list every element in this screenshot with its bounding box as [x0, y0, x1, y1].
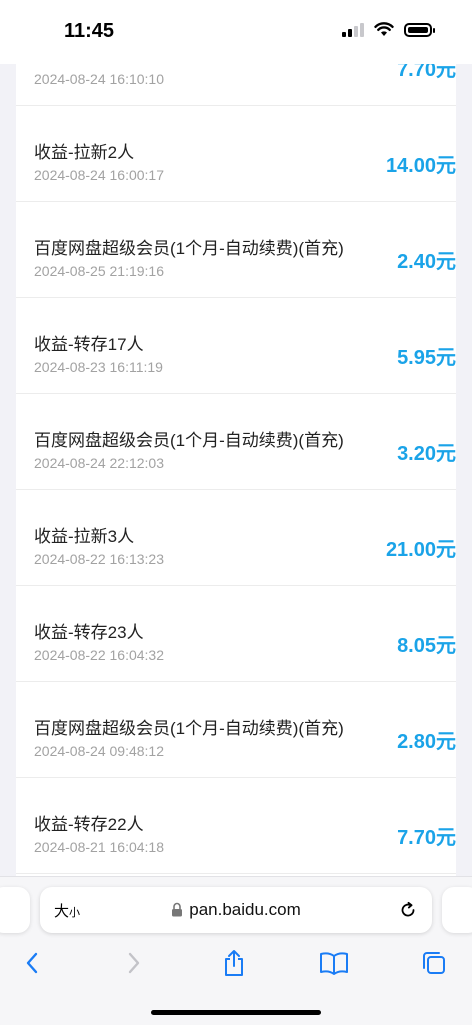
record-title: 百度网盘超级会员(1个月-自动续费)(首充) — [34, 431, 344, 450]
record-title: 收益-拉新3人 — [34, 527, 135, 546]
list-item[interactable]: 收益-转存23人 2024-08-22 16:04:32 8.05元 — [16, 586, 456, 682]
browser-toolbar: 大小 pan.baidu.com — [0, 876, 472, 1025]
url-text: pan.baidu.com — [189, 900, 301, 919]
record-time: 2024-08-23 16:11:19 — [34, 359, 163, 375]
record-time: 2024-08-24 16:10:10 — [34, 71, 164, 87]
list-item[interactable]: 收益-转存17人 2024-08-23 16:11:19 5.95元 — [16, 298, 456, 394]
list-item[interactable]: 百度网盘超级会员(1个月-自动续费)(首充) 2024-08-25 21:19:… — [16, 202, 456, 298]
transaction-list-card: 2024-08-24 16:10:10 7.70元 收益-拉新2人 2024-0… — [16, 64, 456, 876]
list-item[interactable]: 百度网盘超级会员(1个月-自动续费)(首充) 2024-08-24 22:12:… — [16, 394, 456, 490]
record-amount: 2.40元 — [397, 251, 456, 273]
browser-nav-row — [0, 947, 472, 979]
record-title: 收益-转存22人 — [34, 815, 144, 834]
record-time: 2024-08-22 16:04:32 — [34, 647, 164, 663]
next-tab-preview[interactable] — [442, 887, 472, 933]
record-amount: 7.70元 — [397, 827, 456, 849]
record-title: 收益-转存23人 — [34, 623, 144, 642]
record-time: 2024-08-25 21:19:16 — [34, 263, 164, 279]
record-time: 2024-08-24 22:12:03 — [34, 455, 164, 471]
record-title: 收益-拉新2人 — [34, 143, 135, 162]
forward-button[interactable] — [118, 947, 150, 979]
address-bar[interactable]: 大小 pan.baidu.com — [40, 887, 432, 933]
lock-icon — [172, 902, 183, 917]
share-icon — [225, 950, 243, 976]
record-time: 2024-08-22 16:13:23 — [34, 551, 164, 567]
url-field[interactable]: pan.baidu.com — [40, 900, 432, 920]
list-item[interactable]: 2024-08-24 16:10:10 7.70元 — [16, 64, 456, 106]
status-bar: 11:45 — [0, 0, 472, 64]
transaction-list: 2024-08-24 16:10:10 7.70元 收益-拉新2人 2024-0… — [16, 64, 456, 874]
list-item[interactable]: 收益-拉新2人 2024-08-24 16:00:17 14.00元 — [16, 106, 456, 202]
record-time: 2024-08-24 09:48:12 — [34, 743, 164, 759]
record-title: 百度网盘超级会员(1个月-自动续费)(首充) — [34, 239, 344, 258]
record-time: 2024-08-21 16:04:18 — [34, 839, 164, 855]
wifi-icon — [374, 22, 394, 36]
record-amount: 3.20元 — [397, 443, 456, 465]
record-amount: 8.05元 — [397, 635, 456, 657]
back-button[interactable] — [16, 947, 48, 979]
forward-icon — [128, 952, 140, 974]
battery-icon — [404, 22, 435, 37]
reload-icon[interactable] — [398, 900, 418, 920]
record-amount: 7.70元 — [397, 64, 456, 81]
tabs-icon — [423, 952, 445, 974]
bookmarks-button[interactable] — [318, 947, 350, 979]
previous-tab-preview[interactable] — [0, 887, 30, 933]
status-time: 11:45 — [64, 20, 115, 42]
list-item[interactable]: 收益-拉新3人 2024-08-22 16:13:23 21.00元 — [16, 490, 456, 586]
status-icons — [342, 22, 435, 37]
home-indicator[interactable] — [151, 1010, 321, 1015]
record-amount: 5.95元 — [397, 347, 456, 369]
list-item[interactable]: 收益-转存22人 2024-08-21 16:04:18 7.70元 — [16, 778, 456, 874]
record-amount: 14.00元 — [385, 155, 456, 177]
record-title: 百度网盘超级会员(1个月-自动续费)(首充) — [34, 719, 344, 738]
cellular-signal-icon — [342, 22, 364, 37]
share-button[interactable] — [218, 947, 250, 979]
record-amount: 21.00元 — [385, 539, 456, 561]
list-item[interactable]: 百度网盘超级会员(1个月-自动续费)(首充) 2024-08-24 09:48:… — [16, 682, 456, 778]
bookmarks-icon — [320, 952, 348, 975]
record-title: 收益-转存17人 — [34, 335, 144, 354]
record-time: 2024-08-24 16:00:17 — [34, 167, 164, 183]
record-amount: 2.80元 — [397, 731, 456, 753]
tabs-button[interactable] — [418, 947, 450, 979]
back-icon — [26, 952, 38, 974]
